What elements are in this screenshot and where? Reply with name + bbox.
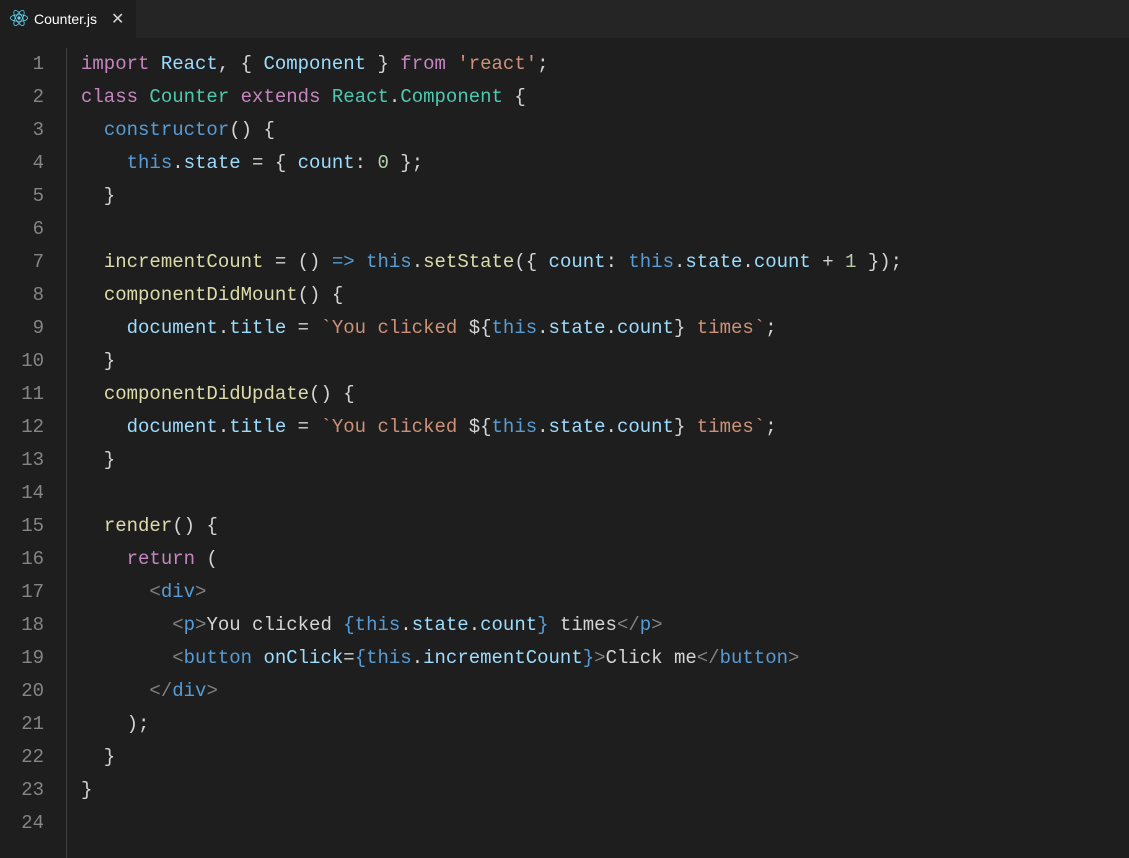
code-line[interactable]: <button onClick={this.incrementCount}>Cl… bbox=[81, 642, 902, 675]
line-number: 15 bbox=[0, 510, 44, 543]
code-line[interactable]: componentDidUpdate() { bbox=[81, 378, 902, 411]
code-content[interactable]: import React, { Component } from 'react'… bbox=[66, 48, 902, 858]
tab-bar: Counter.js ✕ bbox=[0, 0, 1129, 38]
code-line[interactable] bbox=[81, 213, 902, 246]
code-line[interactable] bbox=[81, 807, 902, 840]
code-line[interactable]: } bbox=[81, 741, 902, 774]
line-number-gutter: 123456789101112131415161718192021222324 bbox=[0, 48, 66, 858]
line-number: 20 bbox=[0, 675, 44, 708]
code-line[interactable]: <div> bbox=[81, 576, 902, 609]
code-line[interactable]: componentDidMount() { bbox=[81, 279, 902, 312]
line-number: 18 bbox=[0, 609, 44, 642]
line-number: 19 bbox=[0, 642, 44, 675]
code-line[interactable]: } bbox=[81, 180, 902, 213]
code-line[interactable]: render() { bbox=[81, 510, 902, 543]
code-line[interactable] bbox=[81, 477, 902, 510]
line-number: 1 bbox=[0, 48, 44, 81]
line-number: 24 bbox=[0, 807, 44, 840]
line-number: 9 bbox=[0, 312, 44, 345]
line-number: 7 bbox=[0, 246, 44, 279]
line-number: 14 bbox=[0, 477, 44, 510]
code-line[interactable]: this.state = { count: 0 }; bbox=[81, 147, 902, 180]
code-line[interactable]: } bbox=[81, 774, 902, 807]
code-line[interactable]: return ( bbox=[81, 543, 902, 576]
line-number: 4 bbox=[0, 147, 44, 180]
tab-filename: Counter.js bbox=[34, 11, 97, 27]
line-number: 23 bbox=[0, 774, 44, 807]
code-line[interactable]: constructor() { bbox=[81, 114, 902, 147]
code-line[interactable]: </div> bbox=[81, 675, 902, 708]
line-number: 6 bbox=[0, 213, 44, 246]
line-number: 21 bbox=[0, 708, 44, 741]
line-number: 13 bbox=[0, 444, 44, 477]
line-number: 8 bbox=[0, 279, 44, 312]
react-icon bbox=[10, 9, 28, 30]
code-line[interactable]: incrementCount = () => this.setState({ c… bbox=[81, 246, 902, 279]
code-line[interactable]: class Counter extends React.Component { bbox=[81, 81, 902, 114]
code-editor[interactable]: 123456789101112131415161718192021222324 … bbox=[0, 38, 1129, 858]
code-line[interactable]: ); bbox=[81, 708, 902, 741]
code-line[interactable]: import React, { Component } from 'react'… bbox=[81, 48, 902, 81]
line-number: 10 bbox=[0, 345, 44, 378]
code-line[interactable]: document.title = `You clicked ${this.sta… bbox=[81, 411, 902, 444]
line-number: 22 bbox=[0, 741, 44, 774]
line-number: 3 bbox=[0, 114, 44, 147]
code-line[interactable]: } bbox=[81, 345, 902, 378]
code-line[interactable]: } bbox=[81, 444, 902, 477]
code-line[interactable]: document.title = `You clicked ${this.sta… bbox=[81, 312, 902, 345]
line-number: 2 bbox=[0, 81, 44, 114]
close-icon[interactable]: ✕ bbox=[109, 7, 126, 31]
tab-counter-js[interactable]: Counter.js ✕ bbox=[0, 0, 137, 38]
line-number: 16 bbox=[0, 543, 44, 576]
code-line[interactable]: <p>You clicked {this.state.count} times<… bbox=[81, 609, 902, 642]
line-number: 11 bbox=[0, 378, 44, 411]
line-number: 17 bbox=[0, 576, 44, 609]
line-number: 12 bbox=[0, 411, 44, 444]
line-number: 5 bbox=[0, 180, 44, 213]
